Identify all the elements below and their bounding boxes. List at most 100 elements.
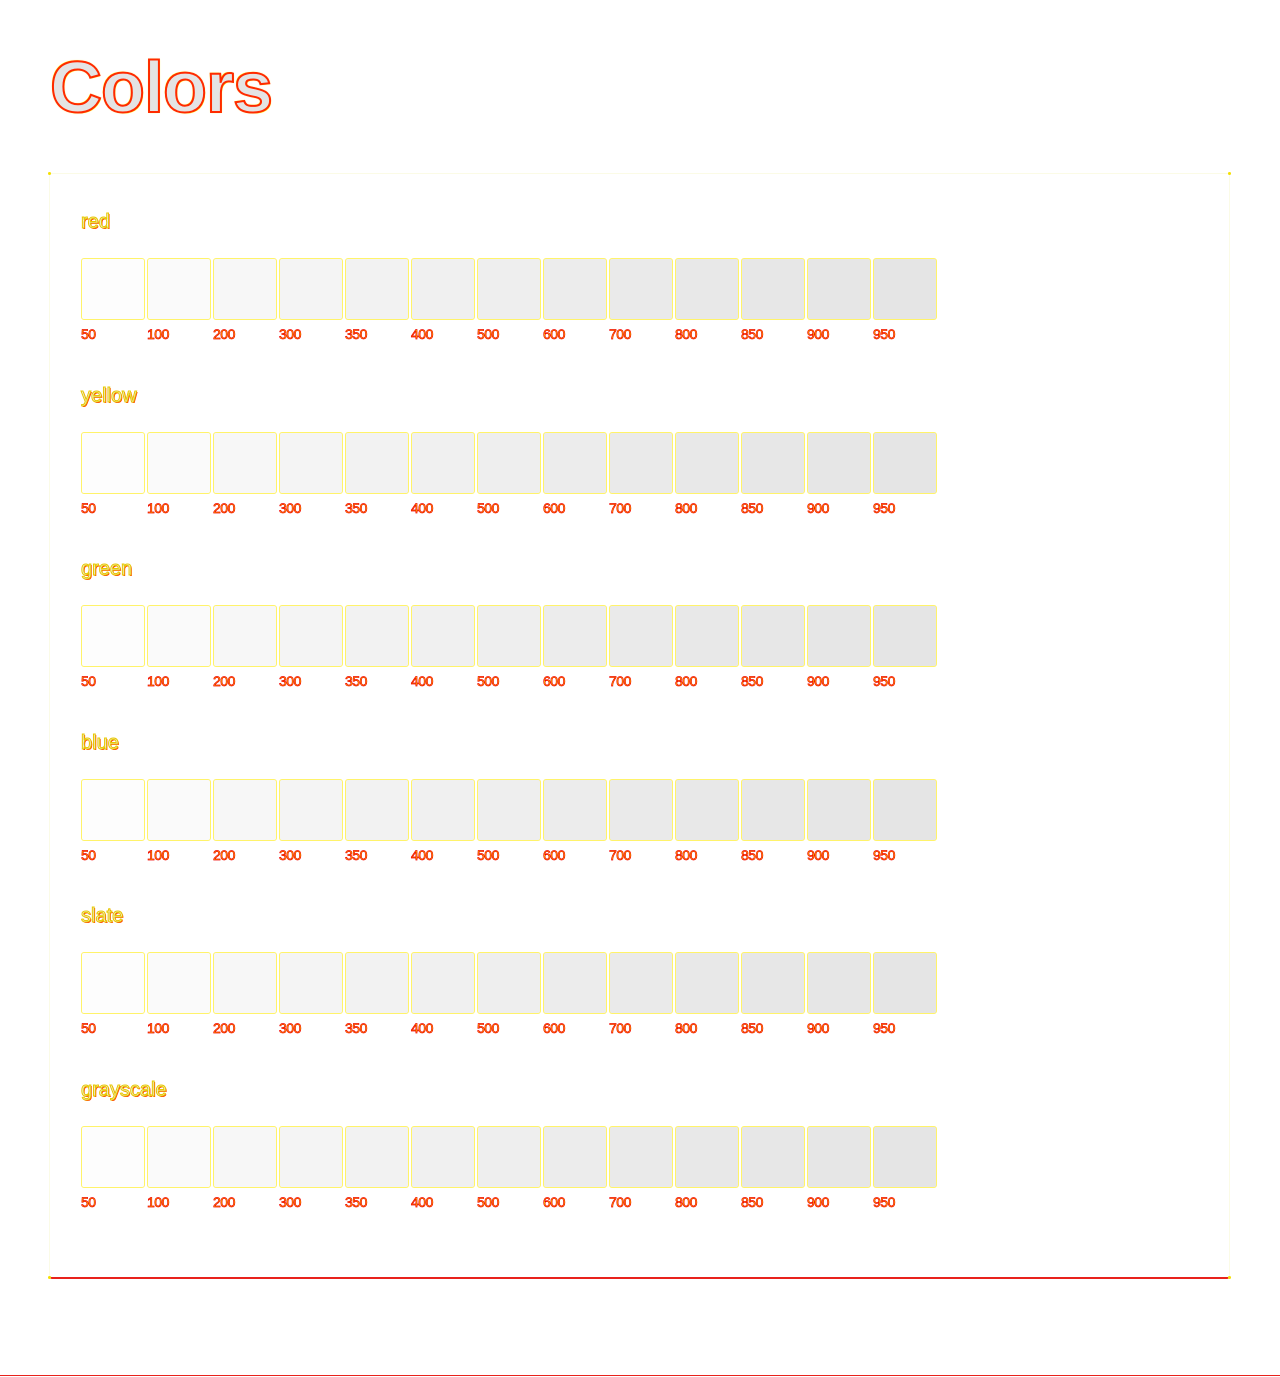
swatch-color[interactable] [345, 258, 409, 320]
swatch-color[interactable] [807, 605, 871, 667]
swatch-color[interactable] [477, 778, 541, 841]
swatch-color[interactable] [411, 778, 475, 841]
swatch-color[interactable] [609, 1125, 673, 1188]
swatch-red-900[interactable]: 900 [807, 258, 871, 346]
swatch-color[interactable] [411, 1125, 475, 1188]
swatch-red-100[interactable]: 100 [147, 258, 211, 346]
swatch-yellow-900[interactable]: 900 [807, 431, 871, 520]
swatch-yellow-700[interactable]: 700 [609, 431, 673, 520]
swatch-green-500[interactable]: 500 [477, 605, 541, 693]
swatch-grayscale-700[interactable]: 700 [609, 1125, 673, 1214]
swatch-slate-50[interactable]: 50 [81, 952, 145, 1040]
swatch-color[interactable] [345, 605, 409, 667]
swatch-green-200[interactable]: 200 [213, 605, 277, 693]
swatch-color[interactable] [873, 1125, 937, 1188]
swatch-color[interactable] [741, 952, 805, 1014]
swatch-color[interactable] [345, 431, 409, 494]
swatch-color[interactable] [213, 952, 277, 1014]
swatch-blue-50[interactable]: 50 [81, 778, 145, 867]
swatch-slate-850[interactable]: 850 [741, 952, 805, 1040]
swatch-color[interactable] [147, 431, 211, 494]
swatch-color[interactable] [873, 431, 937, 494]
swatch-slate-700[interactable]: 700 [609, 952, 673, 1040]
swatch-green-350[interactable]: 350 [345, 605, 409, 693]
swatch-color[interactable] [345, 1125, 409, 1188]
swatch-green-900[interactable]: 900 [807, 605, 871, 693]
swatch-color[interactable] [873, 778, 937, 841]
swatch-yellow-100[interactable]: 100 [147, 431, 211, 520]
swatch-color[interactable] [279, 605, 343, 667]
swatch-color[interactable] [675, 258, 739, 320]
swatch-grayscale-800[interactable]: 800 [675, 1125, 739, 1214]
swatch-color[interactable] [279, 258, 343, 320]
swatch-green-950[interactable]: 950 [873, 605, 937, 693]
swatch-color[interactable] [345, 952, 409, 1014]
swatch-red-50[interactable]: 50 [81, 258, 145, 346]
swatch-grayscale-850[interactable]: 850 [741, 1125, 805, 1214]
swatch-color[interactable] [543, 952, 607, 1014]
swatch-color[interactable] [411, 952, 475, 1014]
swatch-yellow-950[interactable]: 950 [873, 431, 937, 520]
swatch-blue-200[interactable]: 200 [213, 778, 277, 867]
swatch-slate-600[interactable]: 600 [543, 952, 607, 1040]
swatch-red-350[interactable]: 350 [345, 258, 409, 346]
swatch-color[interactable] [741, 258, 805, 320]
swatch-color[interactable] [81, 258, 145, 320]
swatch-green-700[interactable]: 700 [609, 605, 673, 693]
swatch-green-50[interactable]: 50 [81, 605, 145, 693]
swatch-color[interactable] [213, 431, 277, 494]
swatch-color[interactable] [477, 431, 541, 494]
swatch-yellow-300[interactable]: 300 [279, 431, 343, 520]
swatch-red-850[interactable]: 850 [741, 258, 805, 346]
swatch-red-400[interactable]: 400 [411, 258, 475, 346]
swatch-color[interactable] [741, 431, 805, 494]
swatch-color[interactable] [543, 1125, 607, 1188]
swatch-blue-500[interactable]: 500 [477, 778, 541, 867]
swatch-color[interactable] [81, 431, 145, 494]
swatch-color[interactable] [807, 258, 871, 320]
swatch-color[interactable] [279, 952, 343, 1014]
swatch-blue-850[interactable]: 850 [741, 778, 805, 867]
swatch-color[interactable] [543, 258, 607, 320]
swatch-color[interactable] [81, 605, 145, 667]
swatch-color[interactable] [411, 258, 475, 320]
swatch-yellow-200[interactable]: 200 [213, 431, 277, 520]
swatch-color[interactable] [543, 605, 607, 667]
swatch-blue-300[interactable]: 300 [279, 778, 343, 867]
swatch-color[interactable] [543, 431, 607, 494]
swatch-slate-300[interactable]: 300 [279, 952, 343, 1040]
swatch-color[interactable] [675, 605, 739, 667]
swatch-color[interactable] [675, 1125, 739, 1188]
swatch-color[interactable] [411, 605, 475, 667]
swatch-color[interactable] [741, 778, 805, 841]
swatch-blue-600[interactable]: 600 [543, 778, 607, 867]
swatch-color[interactable] [213, 605, 277, 667]
swatch-color[interactable] [609, 605, 673, 667]
swatch-color[interactable] [477, 605, 541, 667]
swatch-color[interactable] [807, 431, 871, 494]
swatch-color[interactable] [543, 778, 607, 841]
swatch-green-300[interactable]: 300 [279, 605, 343, 693]
swatch-grayscale-400[interactable]: 400 [411, 1125, 475, 1214]
swatch-yellow-500[interactable]: 500 [477, 431, 541, 520]
swatch-yellow-800[interactable]: 800 [675, 431, 739, 520]
swatch-color[interactable] [81, 1125, 145, 1188]
swatch-slate-800[interactable]: 800 [675, 952, 739, 1040]
swatch-color[interactable] [675, 431, 739, 494]
swatch-color[interactable] [675, 952, 739, 1014]
swatch-yellow-850[interactable]: 850 [741, 431, 805, 520]
swatch-grayscale-950[interactable]: 950 [873, 1125, 937, 1214]
swatch-yellow-400[interactable]: 400 [411, 431, 475, 520]
swatch-slate-350[interactable]: 350 [345, 952, 409, 1040]
swatch-grayscale-500[interactable]: 500 [477, 1125, 541, 1214]
swatch-color[interactable] [147, 1125, 211, 1188]
swatch-slate-200[interactable]: 200 [213, 952, 277, 1040]
swatch-color[interactable] [147, 778, 211, 841]
swatch-slate-900[interactable]: 900 [807, 952, 871, 1040]
swatch-grayscale-300[interactable]: 300 [279, 1125, 343, 1214]
swatch-grayscale-600[interactable]: 600 [543, 1125, 607, 1214]
swatch-green-600[interactable]: 600 [543, 605, 607, 693]
swatch-color[interactable] [279, 1125, 343, 1188]
swatch-grayscale-900[interactable]: 900 [807, 1125, 871, 1214]
swatch-color[interactable] [345, 778, 409, 841]
